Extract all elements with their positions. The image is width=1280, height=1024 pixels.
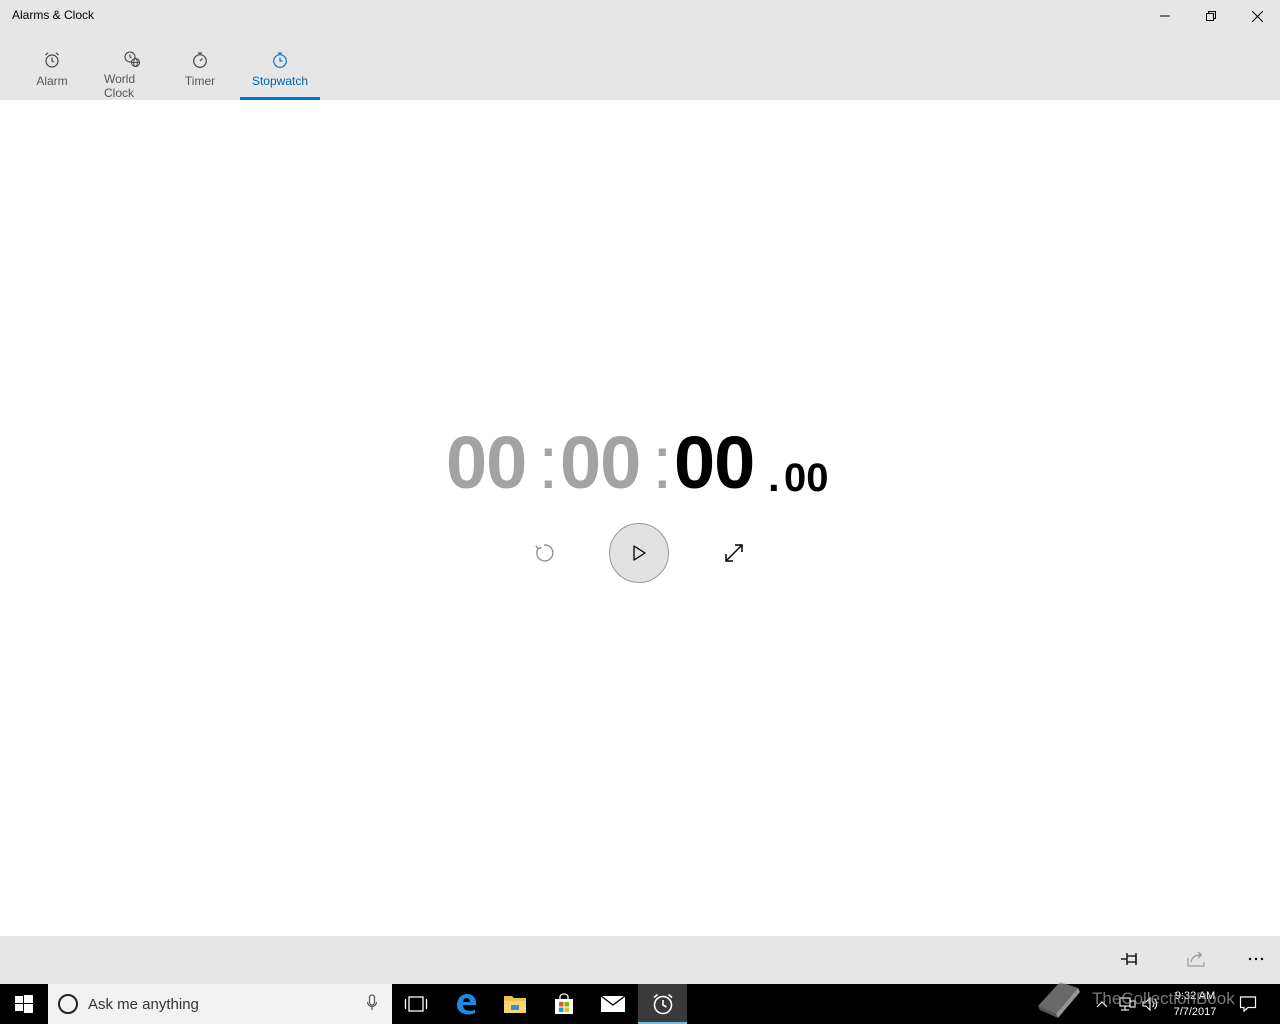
cortana-search-box[interactable]: Ask me anything	[48, 984, 392, 1024]
tab-alarm[interactable]: Alarm	[0, 44, 104, 100]
minimize-icon	[1160, 15, 1170, 17]
timer-icon	[190, 50, 210, 70]
tab-label: Timer	[184, 74, 216, 88]
alarm-clock-icon	[652, 993, 673, 1015]
start-button[interactable]	[609, 523, 669, 583]
minimize-button[interactable]	[1142, 0, 1188, 32]
expand-icon	[725, 544, 743, 562]
share-button[interactable]	[1180, 944, 1214, 974]
more-icon	[1248, 957, 1264, 961]
minutes-digits: 00	[560, 421, 641, 504]
pin-icon	[1121, 953, 1137, 965]
alarm-icon	[42, 50, 62, 70]
alarms-taskbar-button[interactable]	[638, 984, 687, 1024]
stopwatch-icon	[270, 50, 290, 70]
share-icon	[1187, 951, 1205, 967]
restore-button[interactable]	[1188, 0, 1234, 32]
edge-taskbar-button[interactable]	[442, 984, 490, 1024]
reset-icon	[535, 544, 554, 562]
stopwatch-display: 00 : 00 : 00 . 00	[446, 420, 846, 510]
watermark: TheCollectionBook	[1030, 976, 1280, 1024]
close-icon	[1251, 10, 1263, 22]
separator: :	[538, 421, 559, 504]
start-button[interactable]	[0, 984, 48, 1024]
mail-icon	[600, 995, 626, 1012]
reset-button[interactable]	[524, 533, 564, 573]
search-placeholder: Ask me anything	[88, 995, 199, 1013]
windows-logo-icon	[15, 995, 33, 1013]
seconds-digits: 00	[674, 421, 755, 504]
book-logo-icon	[1038, 982, 1080, 1018]
app-header: Alarms & Clock Alarm World Clock Timer S…	[0, 0, 1280, 100]
separator: :	[652, 421, 673, 504]
restore-icon	[1206, 11, 1216, 21]
play-icon	[633, 545, 646, 561]
cortana-icon	[58, 994, 78, 1014]
tab-bar: Alarm World Clock Timer Stopwatch	[0, 44, 320, 100]
world-clock-icon	[122, 50, 142, 68]
stopwatch-controls	[0, 523, 1280, 583]
folder-icon	[504, 996, 526, 1013]
tab-label: World Clock	[104, 72, 136, 100]
tab-label: Alarm	[36, 74, 68, 88]
pin-button[interactable]	[1114, 944, 1148, 974]
window-title: Alarms & Clock	[12, 8, 95, 22]
close-button[interactable]	[1234, 0, 1280, 32]
centiseconds-digits: 00	[784, 456, 829, 500]
tab-timer[interactable]: Timer	[160, 44, 240, 100]
tab-label: Stopwatch	[251, 74, 309, 88]
tab-stopwatch[interactable]: Stopwatch	[240, 44, 320, 100]
store-icon	[555, 993, 573, 1014]
mail-button[interactable]	[589, 984, 637, 1024]
decimal-point: .	[768, 453, 780, 500]
more-options-button[interactable]	[1239, 944, 1273, 974]
hours-digits: 00	[446, 421, 527, 504]
store-button[interactable]	[540, 984, 588, 1024]
task-view-icon	[404, 996, 428, 1012]
edge-icon	[457, 994, 476, 1015]
watermark-text: TheCollectionBook	[1092, 989, 1235, 1008]
task-view-button[interactable]	[392, 984, 440, 1024]
file-explorer-button[interactable]	[491, 984, 539, 1024]
expand-button[interactable]	[714, 533, 754, 573]
microphone-icon[interactable]	[366, 994, 378, 1017]
tab-world-clock[interactable]: World Clock	[104, 44, 160, 100]
